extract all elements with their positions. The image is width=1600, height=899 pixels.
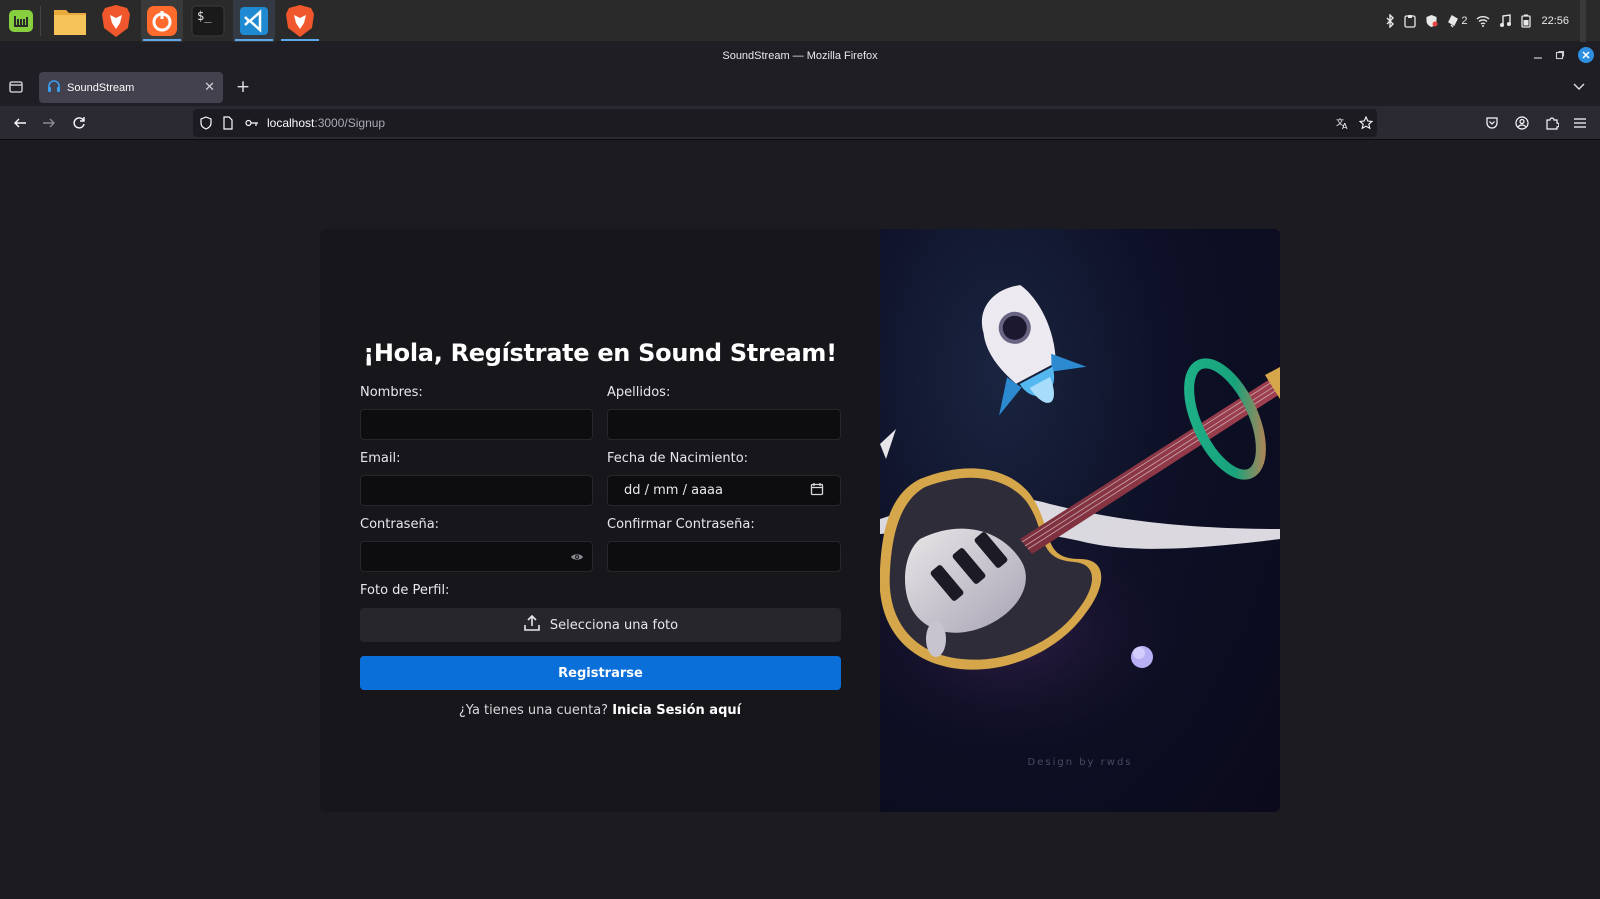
url-path: :3000/Signup: [314, 116, 386, 130]
hero-artwork: Design by rwds: [880, 229, 1280, 812]
files-folder-icon[interactable]: [49, 0, 91, 42]
signup-form: ¡Hola, Regístrate en Sound Stream! Nombr…: [320, 229, 880, 812]
minimize-icon[interactable]: [1530, 47, 1546, 63]
svg-text:$_: $_: [197, 9, 212, 23]
page-info-icon[interactable]: [220, 115, 236, 131]
terminal-icon[interactable]: $_: [187, 0, 229, 42]
show-password-eye-icon[interactable]: [570, 549, 584, 563]
shield-update-icon[interactable]: [1425, 14, 1438, 28]
wifi-icon[interactable]: [1476, 15, 1490, 27]
page-viewport: ¡Hola, Regístrate en Sound Stream! Nombr…: [0, 140, 1600, 899]
upload-icon: [523, 614, 541, 636]
pocket-icon[interactable]: [1482, 113, 1502, 133]
tab-bar: SoundStream ✕ +: [0, 70, 1600, 106]
email-label: Email:: [360, 451, 401, 466]
calendar-icon[interactable]: [810, 482, 824, 500]
app-menu-hamburger-icon[interactable]: [1570, 113, 1590, 133]
first-name-input[interactable]: [360, 409, 593, 440]
music-note-icon[interactable]: [1499, 14, 1512, 28]
system-tray: 2 22:56: [1385, 0, 1600, 42]
vscode-icon[interactable]: [233, 0, 275, 42]
navigation-toolbar: localhost:3000/Signup 文A: [0, 106, 1600, 140]
birth-date-input[interactable]: dd / mm / aaaa: [607, 475, 841, 506]
page-title: ¡Hola, Regístrate en Sound Stream!: [363, 339, 837, 367]
close-window-icon[interactable]: [1578, 47, 1594, 63]
tab-soundstream[interactable]: SoundStream ✕: [39, 72, 223, 103]
last-name-input[interactable]: [607, 409, 841, 440]
url-text[interactable]: localhost:3000/Signup: [267, 109, 385, 137]
design-credit: Design by rwds: [1027, 757, 1133, 768]
list-all-tabs-chevron-icon[interactable]: [1572, 78, 1588, 94]
tab-title: SoundStream: [67, 81, 135, 94]
register-button[interactable]: Registrarse: [360, 656, 841, 690]
maximize-icon[interactable]: [1552, 47, 1568, 63]
desktop-panel: $_ 2 22:56: [0, 0, 1600, 42]
confirm-password-input[interactable]: [607, 541, 841, 572]
forward-arrow-icon[interactable]: [39, 113, 59, 133]
firefox-taskbar-icon[interactable]: [141, 0, 183, 42]
profile-photo-label: Foto de Perfil:: [360, 583, 450, 598]
panel-separator: [40, 6, 41, 36]
login-link[interactable]: Inicia Sesión aquí: [612, 703, 741, 718]
translate-icon[interactable]: 文A: [1335, 115, 1351, 131]
panel-edge: [1580, 0, 1586, 42]
password-label: Contraseña:: [360, 517, 440, 532]
brave-browser-icon[interactable]: [95, 0, 137, 42]
confirm-password-label: Confirmar Contraseña:: [607, 517, 755, 532]
password-input[interactable]: [360, 541, 593, 572]
bluetooth-icon[interactable]: [1385, 14, 1395, 28]
new-tab-plus-icon[interactable]: +: [233, 77, 253, 97]
window-title: SoundStream — Mozilla Firefox: [722, 50, 878, 62]
notifications-count: 2: [1461, 15, 1468, 27]
headphones-icon: [47, 78, 61, 97]
birth-date-placeholder: dd / mm / aaaa: [624, 483, 723, 498]
clipboard-icon[interactable]: [1404, 14, 1416, 28]
login-question: ¿Ya tienes una cuenta?: [458, 703, 609, 718]
address-bar[interactable]: localhost:3000/Signup 文A: [193, 109, 1377, 137]
email-input[interactable]: [360, 475, 593, 506]
svg-text:A: A: [1342, 122, 1348, 130]
birth-date-label: Fecha de Nacimiento:: [607, 451, 749, 466]
first-name-label: Nombres:: [360, 385, 423, 400]
select-photo-button[interactable]: Selecciona una foto: [360, 608, 841, 642]
last-name-label: Apellidos:: [607, 385, 671, 400]
firefox-view-icon[interactable]: [8, 79, 26, 97]
mint-menu-icon[interactable]: [0, 0, 42, 42]
notifications-icon[interactable]: 2: [1447, 14, 1467, 28]
window-titlebar: SoundStream — Mozilla Firefox: [0, 42, 1600, 70]
battery-icon[interactable]: [1520, 14, 1532, 28]
reload-icon[interactable]: [69, 113, 89, 133]
brave-browser-icon[interactable]: [279, 0, 321, 42]
signup-card: ¡Hola, Regístrate en Sound Stream! Nombr…: [320, 229, 1280, 812]
rocket-guitar-illustration: [880, 285, 1280, 769]
key-permission-icon[interactable]: [244, 115, 260, 131]
account-icon[interactable]: [1512, 113, 1532, 133]
url-host: localhost: [267, 116, 315, 130]
extensions-puzzle-icon[interactable]: [1542, 113, 1562, 133]
bookmark-star-icon[interactable]: [1358, 115, 1374, 131]
clock[interactable]: 22:56: [1541, 15, 1569, 27]
close-tab-icon[interactable]: ✕: [204, 80, 215, 95]
back-arrow-icon[interactable]: [10, 113, 30, 133]
tracking-shield-icon[interactable]: [198, 115, 214, 131]
login-prompt: ¿Ya tienes una cuenta? Inicia Sesión aqu…: [320, 703, 880, 718]
select-photo-label: Selecciona una foto: [549, 617, 679, 633]
